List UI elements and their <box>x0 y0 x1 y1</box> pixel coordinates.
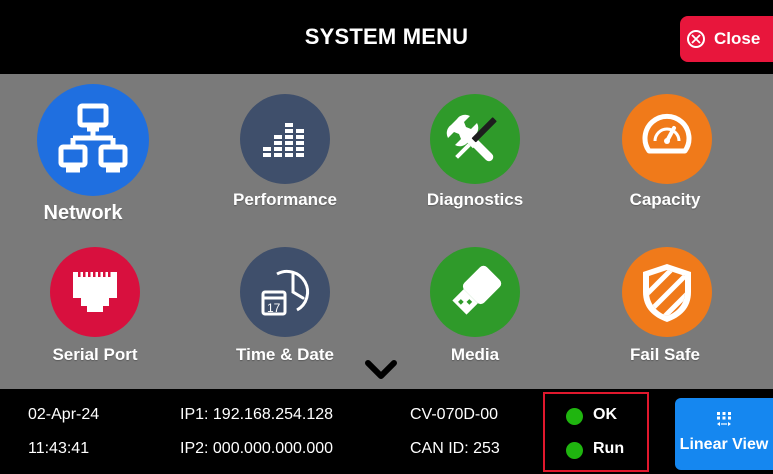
tile-media-label: Media <box>450 345 500 364</box>
svg-text:17: 17 <box>267 301 281 315</box>
linear-view-label: Linear View <box>679 436 769 453</box>
status-bar <box>0 389 773 474</box>
tile-media[interactable]: Media <box>395 245 565 375</box>
tile-capacity-label: Capacity <box>629 190 701 209</box>
run-led-icon <box>566 442 583 459</box>
network-icon <box>37 84 149 196</box>
status-ok: OK <box>593 406 617 423</box>
status-ip1: IP1: 192.168.254.128 <box>180 406 334 423</box>
performance-icon <box>240 94 330 184</box>
tile-performance[interactable]: Performance <box>200 74 370 234</box>
tile-fail-safe-label: Fail Safe <box>630 345 700 364</box>
tile-diagnostics[interactable]: Diagnostics <box>395 74 565 234</box>
time-date-icon: 17 <box>240 247 330 337</box>
linear-view-button[interactable]: Linear View <box>675 398 773 470</box>
status-model: CV-070D-00 <box>410 406 499 423</box>
close-label: Close <box>714 29 761 48</box>
status-indicator-box <box>543 392 649 472</box>
tile-serial-port-label: Serial Port <box>52 345 138 364</box>
fail-safe-icon <box>622 247 712 337</box>
media-icon <box>430 247 520 337</box>
status-run: Run <box>593 440 625 457</box>
close-button[interactable]: Close <box>680 16 773 62</box>
close-icon <box>687 30 705 48</box>
status-can-id: CAN ID: 253 <box>410 440 500 457</box>
status-ip2: IP2: 000.000.000.000 <box>180 440 334 457</box>
header-bar: SYSTEM MENU Close <box>0 0 773 74</box>
capacity-icon <box>622 94 712 184</box>
chevron-down-icon[interactable] <box>363 358 399 387</box>
tile-time-date[interactable]: 17 Time & Date <box>200 245 370 375</box>
linear-view-icon <box>717 412 731 426</box>
tile-network[interactable]: Network <box>0 74 190 234</box>
status-date: 02-Apr-24 <box>28 406 100 423</box>
tile-capacity[interactable]: Capacity <box>585 74 755 234</box>
ok-led-icon <box>566 408 583 425</box>
diagnostics-icon <box>430 94 520 184</box>
tile-time-date-label: Time & Date <box>236 345 334 364</box>
tile-performance-label: Performance <box>233 190 337 209</box>
tile-diagnostics-label: Diagnostics <box>426 190 524 209</box>
serial-port-icon <box>50 247 140 337</box>
page-title: SYSTEM MENU <box>304 24 469 49</box>
tile-fail-safe[interactable]: Fail Safe <box>585 245 755 375</box>
tile-network-label: Network <box>43 202 123 224</box>
status-time: 11:43:41 <box>28 440 90 457</box>
tile-serial-port[interactable]: Serial Port <box>15 245 185 375</box>
